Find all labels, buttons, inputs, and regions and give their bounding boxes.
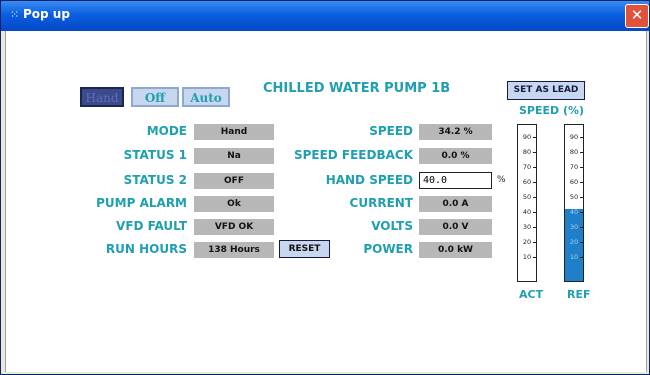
gauge-tick-mark	[533, 152, 536, 153]
ref-speed-gauge: 90 80 70 60 50 40 30 20 10	[564, 124, 584, 282]
speed-feedback-value: 0.0 %	[419, 148, 492, 164]
power-label: POWER	[363, 242, 413, 256]
gauge-tick-mark	[533, 242, 536, 243]
close-button[interactable]: ✕	[625, 4, 649, 28]
gauge-tick-mark	[580, 167, 583, 168]
act-speed-gauge: 90 80 70 60 50 40 30 20 10	[517, 124, 537, 282]
speed-feedback-label: SPEED FEEDBACK	[293, 148, 413, 162]
run-hours-label: RUN HOURS	[105, 242, 187, 256]
gauge-tick-mark	[533, 167, 536, 168]
hand-speed-label: HAND SPEED	[325, 173, 413, 187]
off-mode-button[interactable]: Off	[131, 87, 179, 107]
status1-label: STATUS 1	[123, 148, 187, 162]
gauge-tick-mark	[533, 212, 536, 213]
auto-mode-button[interactable]: Auto	[182, 87, 230, 107]
mode-label: MODE	[146, 124, 187, 138]
volts-label: VOLTS	[371, 219, 413, 233]
title-bar[interactable]: ⁙ Pop up ✕	[1, 1, 649, 31]
volts-value: 0.0 V	[419, 219, 492, 235]
gauge-tick-mark	[533, 182, 536, 183]
gauge-tick-mark	[580, 242, 583, 243]
popup-window: ⁙ Pop up ✕ Hand Off Auto CHILLED WATER P…	[0, 0, 650, 375]
gauge-tick-mark	[580, 227, 583, 228]
act-gauge-label: ACT	[519, 288, 544, 301]
gauge-tick-mark	[580, 257, 583, 258]
ref-gauge-label: REF	[567, 288, 591, 301]
vfd-fault-label: VFD FAULT	[116, 219, 187, 233]
hand-mode-button[interactable]: Hand	[80, 87, 124, 107]
gauge-tick-mark	[580, 212, 583, 213]
speed-value: 34.2 %	[419, 124, 492, 140]
status2-label: STATUS 2	[123, 173, 187, 187]
current-value: 0.0 A	[419, 196, 492, 212]
hand-speed-unit: %	[497, 175, 506, 185]
close-icon: ✕	[630, 6, 644, 24]
power-value: 0.0 kW	[419, 242, 492, 258]
hand-speed-input[interactable]: 40.0	[419, 172, 492, 189]
gauge-tick-mark	[533, 227, 536, 228]
gauge-tick-mark	[533, 137, 536, 138]
gauge-tick-mark	[533, 197, 536, 198]
gauge-tick-mark	[580, 197, 583, 198]
window-icon: ⁙	[10, 8, 20, 21]
gauge-tick-mark	[580, 182, 583, 183]
gauge-tick-mark	[580, 137, 583, 138]
pump-alarm-label: PUMP ALARM	[96, 196, 187, 210]
pump-title: CHILLED WATER PUMP 1B	[263, 81, 451, 96]
current-label: CURRENT	[349, 196, 413, 210]
gauge-tick-mark	[533, 257, 536, 258]
set-as-lead-button[interactable]: SET AS LEAD	[507, 81, 585, 100]
speed-percent-heading: SPEED (%)	[519, 104, 585, 117]
speed-label: SPEED	[369, 124, 413, 138]
gauge-tick-mark	[580, 152, 583, 153]
window-title: Pop up	[23, 7, 70, 21]
